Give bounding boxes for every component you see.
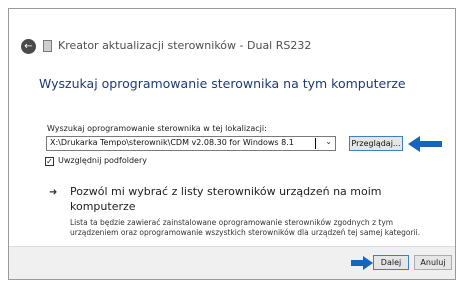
footer-bar: Dalej Anuluj	[9, 246, 455, 279]
search-location-label: Wyszukaj oprogramowanie sterownika w tej…	[47, 124, 267, 133]
browse-button[interactable]: Przeglądaj...	[349, 136, 403, 151]
driver-update-wizard: ← Kreator aktualizacji sterowników - Dua…	[8, 8, 456, 280]
annotation-arrow-right-icon	[351, 256, 373, 270]
title-bar: ← Kreator aktualizacji sterowników - Dua…	[9, 9, 455, 65]
pick-from-list-title[interactable]: Pozwól mi wybrać z listy sterowników urz…	[70, 184, 400, 214]
include-subfolders-checkbox[interactable]: ✓	[45, 157, 54, 166]
next-button[interactable]: Dalej	[373, 255, 409, 270]
path-input[interactable]: X:\Drukarka Tempo\sterownik\CDM v2.08.30…	[50, 138, 294, 147]
path-combobox[interactable]: X:\Drukarka Tempo\sterownik\CDM v2.08.30…	[46, 136, 336, 151]
page-heading: Wyszukaj oprogramowanie sterownika na ty…	[39, 76, 406, 91]
cancel-button[interactable]: Anuluj	[414, 255, 452, 270]
include-subfolders-label: Uwzględnij podfoldery	[58, 156, 147, 165]
arrow-right-icon: ➜	[49, 187, 58, 198]
text-caret	[315, 138, 316, 149]
pick-from-list-description: Lista ta będzie zawierać zainstalowane o…	[70, 218, 421, 237]
chevron-down-icon[interactable]: ⌄	[325, 137, 332, 146]
back-button[interactable]: ←	[21, 39, 36, 54]
window-title: Kreator aktualizacji sterowników - Dual …	[58, 39, 312, 52]
annotation-arrow-left-icon	[408, 136, 442, 152]
device-icon	[43, 40, 52, 52]
